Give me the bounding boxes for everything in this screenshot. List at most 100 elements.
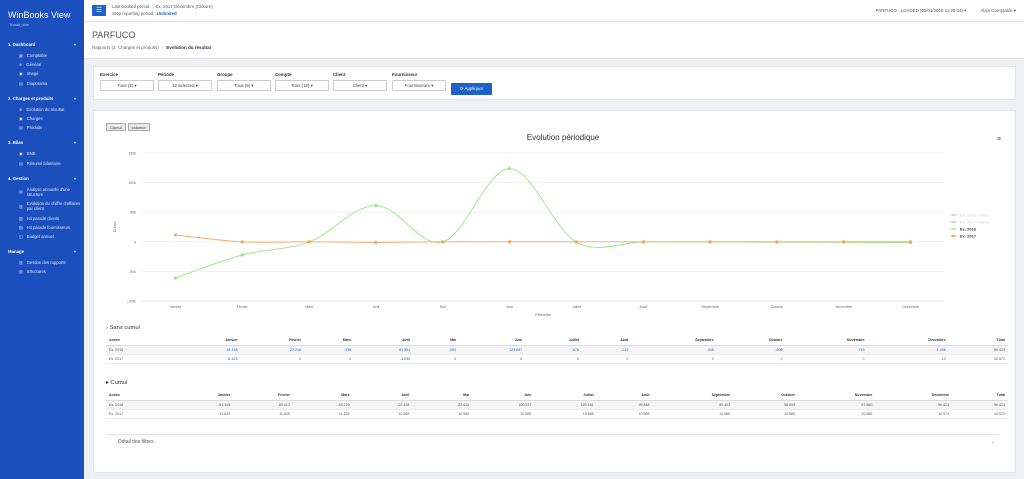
data-point [174, 233, 177, 237]
legend-marker [952, 213, 955, 217]
apply-button[interactable]: ⟳ Appliquer [451, 83, 492, 95]
breadcrumb-link[interactable]: Rapports (2. Charges et produits) [92, 45, 159, 50]
sidebar-section[interactable]: 3. Bilan ▾ [0, 136, 84, 149]
sidebar-item[interactable]: ▤ Analyse annuelle d'une structure [0, 185, 84, 199]
sidebar-item[interactable]: ⊕ Général [0, 60, 84, 69]
filter-details-toggle[interactable]: Détail des filtres ⌄ [106, 434, 999, 448]
sidebar-item[interactable]: ▨ Hit parade fournisseurs [0, 223, 84, 232]
sans-cumul-title[interactable]: › Sans cumul [106, 325, 140, 331]
sidebar-item[interactable]: ▤ Résumé bilantaire [0, 159, 84, 168]
sidebar-item[interactable]: ▥ Gestion des rapports [0, 258, 84, 267]
filter-label-fournisseur: Fournisseur [392, 72, 418, 77]
sidebar-section[interactable]: 4. Gestion ▾ [0, 172, 84, 185]
table-cell[interactable]: -13 [867, 354, 949, 364]
table-cell: -22.428 [352, 400, 413, 410]
filter-exercice-dropdown[interactable]: Tous (2) ▾ [100, 80, 154, 91]
row-label: Ex. 2016 [106, 345, 177, 355]
x-tick-label: Juillet [572, 305, 581, 309]
filter-groupe-dropdown[interactable]: Tous (6) ▾ [217, 80, 271, 91]
sidebar-item[interactable]: ▧ Hit parade clients [0, 214, 84, 223]
table-cell[interactable]: -445 [631, 345, 717, 355]
table-cell[interactable]: 0 [240, 354, 305, 364]
filter-details-label: Détail des filtres [118, 439, 154, 445]
column-header: Décembre [875, 391, 953, 401]
company-dropdown[interactable]: PARFUCO - LOADED (05/01/2018 11:28:04) ▾ [876, 8, 967, 14]
filter-client-dropdown[interactable]: Client ▾ [333, 80, 387, 91]
sidebar-item[interactable]: ▦ Comptable [0, 51, 84, 60]
table-row: Ex. 2016 -61.195 -83.413 -83.729 -22.428 -22.… [106, 400, 1008, 410]
filter-periode-dropdown[interactable]: 12 selected ▾ [158, 80, 212, 91]
table-cell[interactable]: 0 [413, 354, 460, 364]
table-cell[interactable]: -676 [525, 345, 583, 355]
table-cell: 10.572 [952, 409, 1008, 419]
table-cell[interactable]: -22.218 [240, 345, 305, 355]
cumul-title[interactable]: ▸ Cumul [106, 380, 127, 386]
caret-down-icon: ▾ [964, 8, 967, 13]
sidebar-section[interactable]: Manage ▾ [0, 245, 84, 258]
sidebar: WinBooks View Trustit_Win 1. Dashboard ▾ ▦… [0, 0, 84, 479]
data-point [909, 240, 912, 244]
data-point [173, 276, 178, 280]
sidebar-item[interactable]: ▤ Diaporama [0, 79, 84, 88]
table-cell[interactable]: -743 [785, 345, 868, 355]
table-cell[interactable]: 61.381 [354, 345, 414, 355]
table-cell[interactable]: 0 [582, 354, 632, 364]
table-cell[interactable]: -61.195 [176, 345, 241, 355]
section-title: Sans cumul [109, 325, 140, 331]
menu-item-icon: ⊕ [19, 106, 23, 112]
x-tick-label: Mai [440, 305, 446, 309]
x-tick-label: Avril [372, 305, 379, 309]
column-header: Mai [413, 336, 460, 346]
table-cell[interactable]: -316 [304, 345, 355, 355]
y-tick-label: -100k [127, 300, 136, 304]
table-cell[interactable]: -212 [582, 345, 632, 355]
user-dropdown[interactable]: Alain Comptable ▾ [980, 8, 1016, 14]
table-cell[interactable]: 0 [459, 354, 526, 364]
table-cell[interactable]: 0 [716, 354, 786, 364]
table-row: Ex. 2017 11.625 11.625 11.625 10.585 10.585 10… [106, 409, 1008, 419]
data-point [708, 240, 712, 244]
sidebar-section[interactable]: 2. Charges et produits ▾ [0, 92, 84, 105]
sidebar-item-label: Gestion des rapports [26, 260, 66, 266]
table-cell[interactable]: -608 [716, 345, 786, 355]
table-cell[interactable]: 123.647 [459, 345, 526, 355]
table-cell[interactable]: -1.436 [867, 345, 949, 355]
sidebar-item-label: Produits [26, 125, 43, 131]
menu-item-icon: ▤ [19, 125, 23, 131]
y-tick-label: 150k [128, 152, 136, 156]
hamburger-icon: ☰ [95, 7, 103, 14]
table-cell[interactable]: 0 [525, 354, 583, 364]
sidebar-item[interactable]: ▣ Charges [0, 114, 84, 123]
filter-value: Tous (2) [117, 83, 134, 88]
sidebar-item[interactable]: ⊕ Evolution du résultat [0, 105, 84, 114]
column-header: Septembre [652, 391, 734, 401]
table-cell[interactable]: -1.040 [354, 354, 414, 364]
legend-item: Ex. 2016 Cumul [960, 213, 989, 218]
table-cell: 11.625 [172, 409, 234, 419]
stop-period-value[interactable]: Unlimited [157, 11, 177, 16]
legend-marker [952, 227, 955, 231]
sidebar-item[interactable]: ◫ Budget annuel [0, 232, 84, 241]
menu-toggle-button[interactable]: ☰ [92, 5, 106, 16]
caret-down-icon: ▾ [1013, 8, 1016, 13]
table-cell[interactable]: 0 [631, 354, 717, 364]
sidebar-item[interactable]: ▧ Structures [0, 267, 84, 276]
sidebar-section[interactable]: 1. Dashboard ▾ [0, 38, 84, 51]
filter-value: Tous (6) [234, 83, 251, 88]
sidebar-item[interactable]: ▥ Evolution du chiffre d'affaires par cli… [0, 199, 84, 213]
apply-label: Appliquer [464, 86, 484, 91]
sidebar-item[interactable]: ▤ Produits [0, 123, 84, 132]
x-tick-label: Janvier [170, 305, 182, 309]
sidebar-item[interactable]: ▣ Imagé [0, 69, 84, 78]
filter-fournisseur-dropdown[interactable]: Fournisseurs ▾ [392, 80, 446, 91]
table-cell[interactable]: 11.625 [176, 354, 241, 364]
table-cell[interactable]: -283 [413, 345, 460, 355]
filter-compte-dropdown[interactable]: Tous (18) ▾ [275, 80, 329, 91]
sidebar-item[interactable]: ▣ BNB [0, 149, 84, 158]
data-point [842, 240, 846, 244]
menu-item-icon: ▤ [19, 189, 23, 195]
table-cell[interactable]: 0 [304, 354, 355, 364]
table-cell: 96.423 [952, 400, 1008, 410]
table-cell[interactable]: 0 [785, 354, 868, 364]
column-header: Total [952, 391, 1008, 401]
